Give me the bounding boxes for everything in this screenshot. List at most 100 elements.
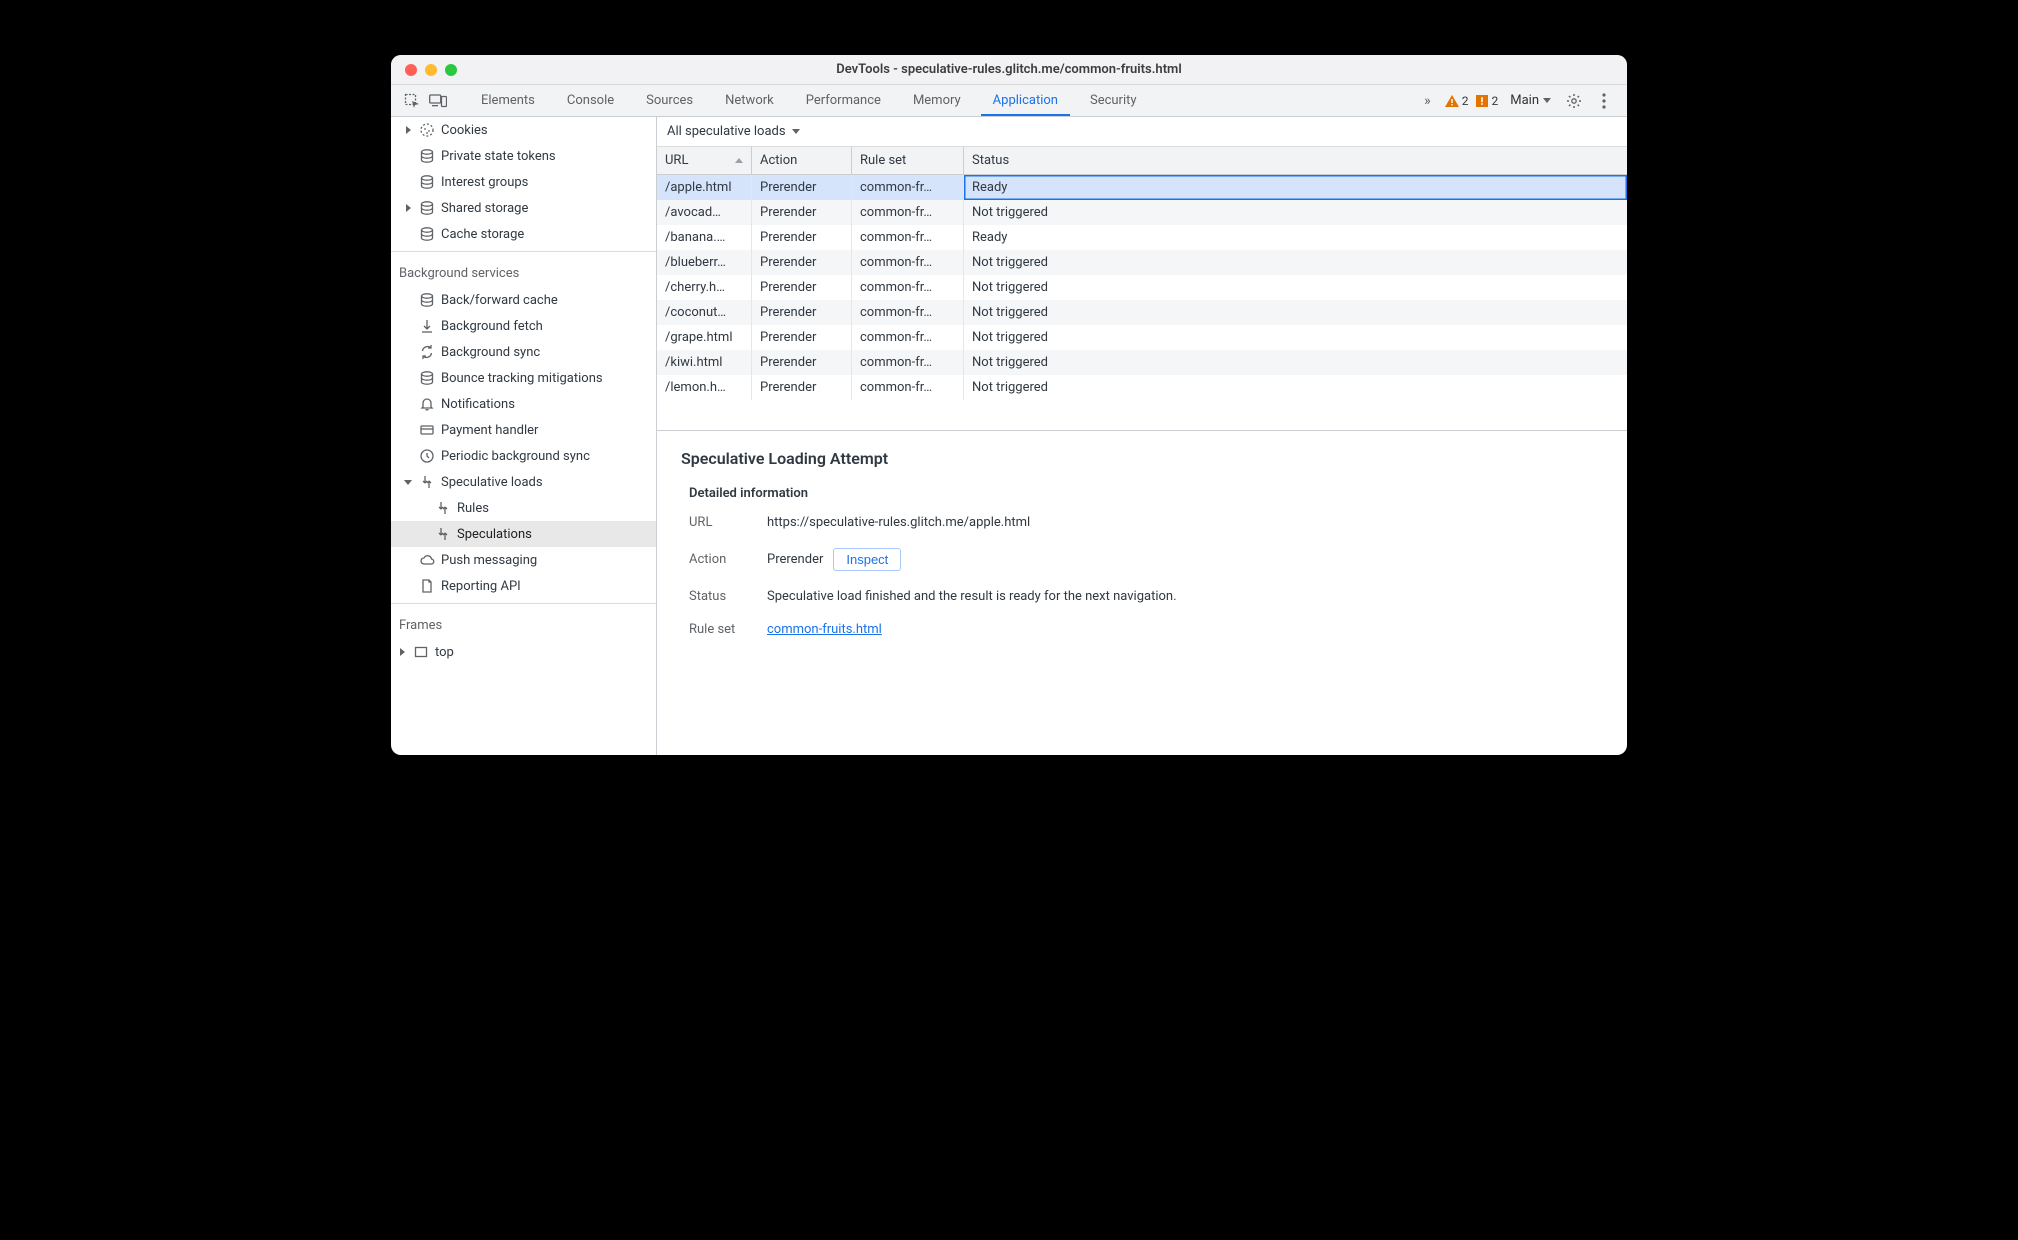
table-row[interactable]: /banana.…Prerendercommon-fr…Ready — [657, 225, 1627, 250]
table-row[interactable]: /lemon.h…Prerendercommon-fr…Not triggere… — [657, 375, 1627, 400]
cell-action: Prerender — [752, 275, 852, 300]
cell-ruleset: common-fr… — [852, 275, 964, 300]
detail-url-label: URL — [689, 515, 753, 530]
tab-console[interactable]: Console — [551, 85, 630, 116]
cookies-icon — [419, 122, 435, 138]
cell-url: /banana.… — [657, 225, 752, 250]
cell-url: /apple.html — [657, 175, 752, 200]
cell-action: Prerender — [752, 200, 852, 225]
sidebar-item-speculations[interactable]: Speculations — [391, 521, 656, 547]
sidebar-item-label: Speculative loads — [441, 475, 543, 490]
sidebar-item-label: Background fetch — [441, 319, 543, 334]
table-row[interactable]: /kiwi.htmlPrerendercommon-fr…Not trigger… — [657, 350, 1627, 375]
sidebar-item-periodic-background-sync[interactable]: Periodic background sync — [391, 443, 656, 469]
device-toolbar-icon[interactable] — [427, 90, 449, 112]
warning-icon — [1445, 95, 1459, 107]
tab-elements[interactable]: Elements — [465, 85, 551, 116]
table-row[interactable]: /apple.htmlPrerendercommon-fr…Ready — [657, 175, 1627, 200]
panel-tabs: Elements Console Sources Network Perform… — [465, 85, 1153, 116]
inspect-button[interactable]: Inspect — [833, 548, 901, 571]
db-icon — [419, 148, 435, 164]
sidebar-item-reporting-api[interactable]: Reporting API — [391, 573, 656, 599]
table-row[interactable]: /cherry.h…Prerendercommon-fr…Not trigger… — [657, 275, 1627, 300]
cloud-icon — [419, 552, 435, 568]
cell-status: Ready — [964, 175, 1627, 200]
settings-gear-icon[interactable] — [1563, 90, 1585, 112]
detail-action-label: Action — [689, 552, 753, 567]
sidebar-item-interest-groups[interactable]: Interest groups — [391, 169, 656, 195]
cell-action: Prerender — [752, 375, 852, 400]
table-row[interactable]: /grape.htmlPrerendercommon-fr…Not trigge… — [657, 325, 1627, 350]
db-icon — [419, 174, 435, 190]
col-url[interactable]: URL — [657, 147, 752, 174]
sidebar-item-rules[interactable]: Rules — [391, 495, 656, 521]
disclosure-triangle-icon[interactable] — [403, 125, 413, 135]
zoom-window-button[interactable] — [445, 64, 457, 76]
col-action[interactable]: Action — [752, 147, 852, 174]
cell-ruleset: common-fr… — [852, 350, 964, 375]
cell-ruleset: common-fr… — [852, 300, 964, 325]
table-row[interactable]: /avocad…Prerendercommon-fr…Not triggered — [657, 200, 1627, 225]
speculative-loads-filter-dropdown[interactable]: All speculative loads — [667, 124, 800, 139]
close-window-button[interactable] — [405, 64, 417, 76]
warning-count: 2 — [1462, 94, 1469, 108]
tab-performance[interactable]: Performance — [790, 85, 897, 116]
tab-sources[interactable]: Sources — [630, 85, 709, 116]
sidebar-divider — [391, 251, 656, 252]
sidebar-item-private-state-tokens[interactable]: Private state tokens — [391, 143, 656, 169]
spec-icon — [435, 500, 451, 516]
disclosure-triangle-icon[interactable] — [403, 203, 413, 213]
detail-title: Speculative Loading Attempt — [681, 449, 1603, 468]
table-row[interactable]: /coconut…Prerendercommon-fr…Not triggere… — [657, 300, 1627, 325]
sidebar-item-back-forward-cache[interactable]: Back/forward cache — [391, 287, 656, 313]
sidebar-item-label: Bounce tracking mitigations — [441, 371, 603, 386]
col-ruleset[interactable]: Rule set — [852, 147, 964, 174]
sidebar-item-label: Payment handler — [441, 423, 538, 438]
window-titlebar: DevTools - speculative-rules.glitch.me/c… — [391, 55, 1627, 85]
chevron-down-icon — [1543, 98, 1551, 103]
sidebar-item-top[interactable]: top — [391, 639, 656, 665]
warnings-badge[interactable]: 2 — [1445, 94, 1469, 108]
disclosure-triangle-icon[interactable] — [397, 647, 407, 657]
sidebar-item-speculative-loads[interactable]: Speculative loads — [391, 469, 656, 495]
col-status[interactable]: Status — [964, 147, 1627, 174]
cell-ruleset: common-fr… — [852, 375, 964, 400]
sidebar-item-push-messaging[interactable]: Push messaging — [391, 547, 656, 573]
cell-url: /grape.html — [657, 325, 752, 350]
issue-icon — [1476, 95, 1488, 107]
spec-icon — [419, 474, 435, 490]
sidebar-item-label: Interest groups — [441, 175, 528, 190]
filter-label: All speculative loads — [667, 124, 786, 139]
issues-badge[interactable]: 2 — [1476, 94, 1498, 108]
cell-url: /kiwi.html — [657, 350, 752, 375]
table-row[interactable]: /blueberr…Prerendercommon-fr…Not trigger… — [657, 250, 1627, 275]
sidebar-item-payment-handler[interactable]: Payment handler — [391, 417, 656, 443]
sidebar-item-background-sync[interactable]: Background sync — [391, 339, 656, 365]
disclosure-triangle-icon[interactable] — [403, 477, 413, 487]
cell-action: Prerender — [752, 300, 852, 325]
tab-memory[interactable]: Memory — [897, 85, 977, 116]
minimize-window-button[interactable] — [425, 64, 437, 76]
more-panels-icon[interactable]: » — [1418, 93, 1437, 109]
sidebar-item-bounce-tracking-mitigations[interactable]: Bounce tracking mitigations — [391, 365, 656, 391]
sidebar-item-notifications[interactable]: Notifications — [391, 391, 656, 417]
kebab-menu-icon[interactable] — [1593, 90, 1615, 112]
cell-action: Prerender — [752, 225, 852, 250]
cell-action: Prerender — [752, 350, 852, 375]
target-context-selector[interactable]: Main — [1506, 93, 1555, 108]
cell-ruleset: common-fr… — [852, 325, 964, 350]
sidebar-item-shared-storage[interactable]: Shared storage — [391, 195, 656, 221]
tab-application[interactable]: Application — [977, 85, 1074, 116]
sidebar-item-label: Background sync — [441, 345, 540, 360]
sidebar-item-background-fetch[interactable]: Background fetch — [391, 313, 656, 339]
sidebar-item-cache-storage[interactable]: Cache storage — [391, 221, 656, 247]
clock-icon — [419, 448, 435, 464]
sidebar-item-cookies[interactable]: Cookies — [391, 117, 656, 143]
inspect-element-icon[interactable] — [401, 90, 423, 112]
sidebar-item-label: Reporting API — [441, 579, 521, 594]
detail-ruleset-link[interactable]: common-fruits.html — [767, 622, 882, 637]
cell-action: Prerender — [752, 325, 852, 350]
tab-security[interactable]: Security — [1074, 85, 1153, 116]
tab-network[interactable]: Network — [709, 85, 790, 116]
main-toolbar: Elements Console Sources Network Perform… — [391, 85, 1627, 117]
